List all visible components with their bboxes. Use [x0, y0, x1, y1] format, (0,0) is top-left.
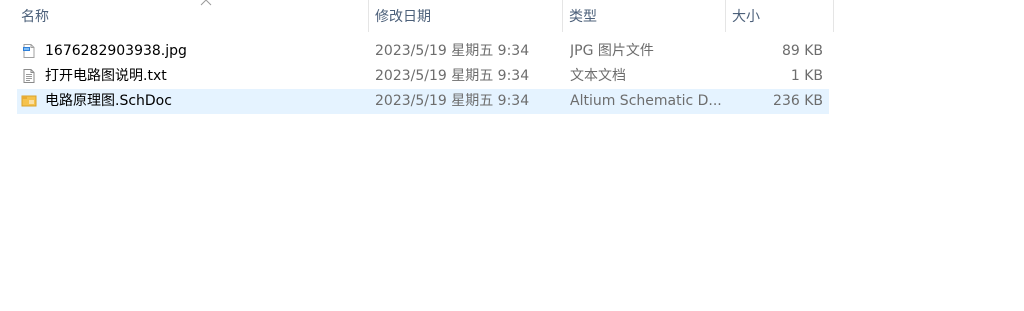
- file-row-selected[interactable]: 电路原理图.SchDoc 2023/5/19 星期五 9:34 Altium S…: [17, 89, 829, 114]
- column-header-row: 名称 修改日期 类型 大小: [0, 0, 834, 32]
- column-header-date[interactable]: 修改日期: [369, 0, 563, 32]
- file-size: 1 KB: [790, 68, 823, 84]
- file-date-modified: 2023/5/19 星期五 9:34: [375, 43, 530, 59]
- file-explorer-details-view: 名称 修改日期 类型 大小 1676282903938.jpg 2023/5/1…: [0, 0, 1024, 311]
- file-row[interactable]: 打开电路图说明.txt 2023/5/19 星期五 9:34 文本文档 1 KB: [17, 64, 829, 89]
- file-type: JPG 图片文件: [570, 43, 654, 59]
- schdoc-file-icon: [21, 89, 39, 114]
- file-name: 1676282903938.jpg: [45, 43, 187, 59]
- column-header-type[interactable]: 类型: [563, 0, 726, 32]
- file-size: 236 KB: [773, 93, 823, 109]
- file-row[interactable]: 1676282903938.jpg 2023/5/19 星期五 9:34 JPG…: [17, 39, 829, 64]
- column-header-size[interactable]: 大小: [726, 0, 834, 32]
- file-type: 文本文档: [570, 68, 626, 84]
- image-file-icon: [21, 39, 39, 64]
- file-size: 89 KB: [781, 43, 823, 59]
- chevron-up-icon: [200, 0, 212, 6]
- file-name: 打开电路图说明.txt: [45, 68, 167, 84]
- column-header-size-label: 大小: [732, 9, 760, 25]
- column-header-name-label: 名称: [21, 9, 49, 25]
- text-file-icon: [21, 64, 39, 89]
- column-header-type-label: 类型: [569, 9, 597, 25]
- file-date-modified: 2023/5/19 星期五 9:34: [375, 93, 530, 109]
- column-header-date-label: 修改日期: [375, 9, 431, 25]
- file-list: 1676282903938.jpg 2023/5/19 星期五 9:34 JPG…: [17, 39, 829, 114]
- file-name: 电路原理图.SchDoc: [45, 93, 172, 109]
- column-header-name[interactable]: 名称: [15, 0, 369, 32]
- file-date-modified: 2023/5/19 星期五 9:34: [375, 68, 530, 84]
- file-type: Altium Schematic D...: [570, 93, 722, 109]
